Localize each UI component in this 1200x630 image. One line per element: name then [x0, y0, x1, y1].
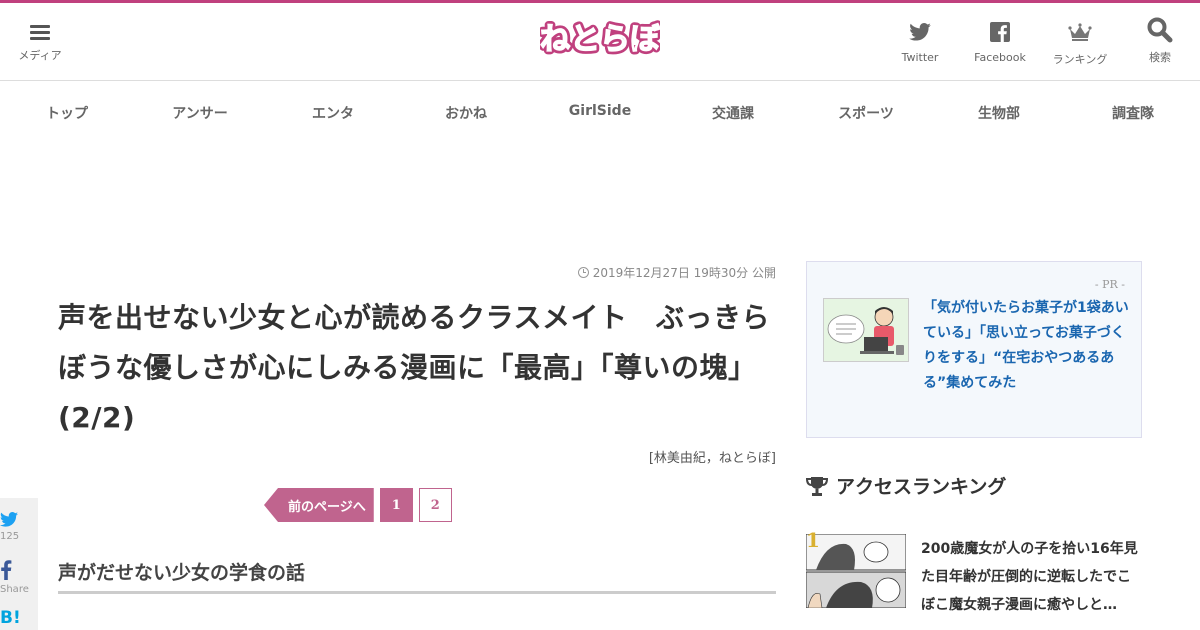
facebook-share-button[interactable]: Share [0, 560, 38, 595]
manga-thumbnail-image [806, 534, 906, 608]
article-title: 声を出せない少女と心が読めるクラスメイト ぶっきらぼうな優しさが心にしみる漫画に… [58, 301, 770, 434]
share-rail: 125 Share B! [0, 498, 38, 630]
hamburger-icon [30, 22, 50, 43]
search-header-label: 検索 [1149, 51, 1171, 64]
nav-item-sports[interactable]: スポーツ [838, 103, 894, 123]
nav-item-top[interactable]: トップ [46, 103, 88, 123]
ranking-1-link-text[interactable]: 200歳魔女が人の子を拾い16年見た目年齢が圧倒的に逆転したでこぼこ魔女親子漫画… [921, 535, 1141, 619]
twitter-share-count: 125 [0, 531, 20, 542]
ranking-header-label: ランキング [1052, 53, 1108, 66]
page-2-button[interactable]: 2 [418, 488, 452, 522]
media-menu-button[interactable]: メディア [0, 19, 80, 63]
search-icon [1147, 17, 1173, 43]
pr-thumbnail[interactable] [823, 298, 909, 362]
twitter-header-label: Twitter [901, 51, 939, 64]
ranking-heading: アクセスランキング [806, 472, 1006, 499]
twitter-header-button[interactable]: Twitter [880, 19, 960, 64]
nav-item-answer[interactable]: アンサー [172, 103, 227, 123]
prev-page-button[interactable]: 前のページへ [264, 488, 374, 522]
hatena-bookmark-icon: B! [0, 608, 21, 628]
nav-item-seibutsubu[interactable]: 生物部 [978, 103, 1020, 123]
category-nav: トップ アンサー エンタ おかね GirlSide 交通課 スポーツ 生物部 調… [0, 81, 1200, 143]
logo-text: ねとらぼ [540, 22, 660, 57]
hatena-bookmark-button[interactable]: B! [0, 608, 38, 628]
publish-date: 2019年12月27日 19時30分 公開 [577, 264, 776, 281]
publish-date-text: 2019年12月27日 19時30分 公開 [592, 266, 776, 280]
pagination: 前のページへ 1 2 [264, 488, 452, 522]
pr-box[interactable]: - PR - 「気が付いたらお菓子が1袋あいている」「思い立ってお菓子づくりをす… [806, 261, 1142, 438]
ranking-1-number: 1 [806, 528, 820, 552]
pr-illustration [824, 299, 908, 361]
page-1-button[interactable]: 1 [379, 488, 413, 522]
twitter-share-button[interactable]: 125 [0, 512, 38, 542]
pr-link-text[interactable]: 「気が付いたらお菓子が1袋あいている」「思い立ってお菓子づくりをする」“在宅おや… [923, 296, 1133, 396]
nav-item-girlside[interactable]: GirlSide [569, 103, 631, 119]
search-header-button[interactable]: 検索 [1120, 15, 1200, 65]
trophy-icon [806, 476, 828, 496]
ranking-1-thumbnail[interactable] [806, 534, 906, 608]
section-heading: 声がだせない少女の学食の話 [58, 558, 776, 594]
facebook-share-icon [1, 560, 12, 580]
nav-item-okane[interactable]: おかね [445, 103, 487, 123]
ranking-title: アクセスランキング [836, 476, 1007, 498]
facebook-header-button[interactable]: Facebook [960, 19, 1040, 64]
site-logo[interactable]: ねとらぼ ねとらぼ [537, 15, 665, 63]
article-byline: [林美由紀，ねとらぼ] [648, 451, 776, 466]
media-menu-label: メディア [18, 49, 62, 62]
ranking-header-button[interactable]: ランキング [1040, 19, 1120, 67]
twitter-share-icon [0, 512, 19, 527]
prev-page-label: 前のページへ [288, 499, 366, 515]
nav-item-chousatai[interactable]: 調査隊 [1112, 103, 1154, 123]
crown-icon [1068, 23, 1092, 41]
nav-item-koutsuka[interactable]: 交通課 [712, 103, 754, 123]
facebook-share-label: Share [0, 584, 29, 595]
pr-tag: - PR - [1094, 278, 1125, 291]
twitter-icon [909, 23, 931, 41]
clock-icon [577, 267, 589, 278]
site-header: メディア ねとらぼ ねとらぼ Twitter Facebook ランキング 検索 [0, 3, 1200, 81]
nav-item-enta[interactable]: エンタ [312, 103, 354, 123]
facebook-header-label: Facebook [974, 51, 1026, 64]
facebook-icon [990, 22, 1010, 42]
